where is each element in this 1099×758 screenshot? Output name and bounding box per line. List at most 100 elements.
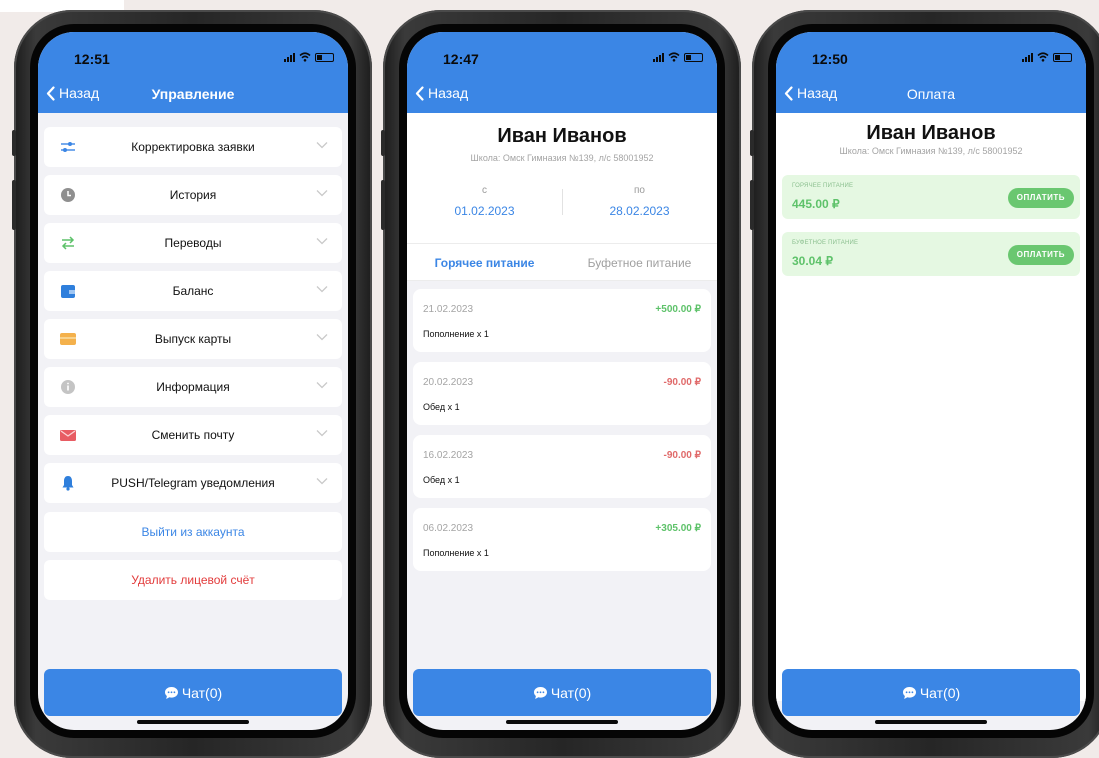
- screen: 12:47 Назад Иван Иванов Школа: Омск Гимн…: [407, 32, 717, 730]
- battery-icon: [315, 53, 334, 62]
- menu-item-correction[interactable]: Корректировка заявки: [44, 127, 342, 167]
- menu-item-label: Переводы: [164, 236, 222, 250]
- back-button[interactable]: Назад: [415, 85, 468, 101]
- chat-bubble-icon: [902, 686, 916, 699]
- chat-bubble-icon: [533, 686, 547, 699]
- chat-button[interactable]: Чат(0): [44, 669, 342, 716]
- payment-card-buffet: БУФЕТНОЕ ПИТАНИЕ 30.04 ₽ ОПЛАТИТЬ: [782, 232, 1080, 276]
- payment-card-label: БУФЕТНОЕ ПИТАНИЕ: [792, 240, 859, 246]
- page-title: Оплата: [906, 86, 956, 102]
- phone-payment: 12:50 Назад Оплата Иван Иванов Школа: Ом…: [750, 10, 1099, 758]
- menu-item-label: PUSH/Telegram уведомления: [111, 476, 275, 490]
- date-from-label: с: [482, 185, 487, 196]
- student-name: Иван Иванов: [866, 122, 996, 144]
- status-time: 12:51: [74, 51, 110, 67]
- transaction-row: 21.02.2023 +500.00 ₽ Пополнение x 1: [413, 289, 711, 352]
- side-button: [12, 180, 16, 230]
- menu-item-information[interactable]: Информация: [44, 367, 342, 407]
- chat-button[interactable]: Чат(0): [413, 669, 711, 716]
- transaction-amount: +500.00 ₽: [655, 304, 701, 315]
- page-title: Управление: [151, 86, 235, 102]
- status-icons: [1022, 52, 1072, 62]
- status-bar: 12:47: [407, 32, 717, 76]
- payment-card-amount: 445.00 ₽: [792, 197, 840, 211]
- menu-item-label: Баланс: [172, 284, 214, 298]
- nav-bar: Назад Оплата: [776, 76, 1086, 113]
- chevron-down-icon: [316, 286, 328, 293]
- menu-item-balance[interactable]: Баланс: [44, 271, 342, 311]
- menu-item-label: История: [169, 188, 217, 202]
- school-info: Школа: Омск Гимназия №139, л/с 58001952: [839, 146, 1023, 156]
- status-bar: 12:50: [776, 32, 1086, 76]
- menu-item-notifications[interactable]: PUSH/Telegram уведомления: [44, 463, 342, 503]
- date-to-value: 28.02.2023: [609, 204, 670, 218]
- home-indicator: [137, 720, 249, 724]
- transaction-date: 21.02.2023: [423, 304, 474, 315]
- chevron-down-icon: [316, 478, 328, 485]
- delete-account-button[interactable]: Удалить лицевой счёт: [44, 560, 342, 600]
- transaction-description: Пополнение x 1: [423, 548, 489, 558]
- menu-item-label: Выпуск карты: [154, 332, 232, 346]
- home-indicator: [506, 720, 618, 724]
- menu-item-history[interactable]: История: [44, 175, 342, 215]
- profile-header: Иван Иванов Школа: Омск Гимназия №139, л…: [407, 113, 717, 243]
- status-time: 12:50: [812, 51, 848, 67]
- school-info: Школа: Омск Гимназия №139, л/с 58001952: [470, 153, 654, 163]
- side-button: [12, 130, 16, 156]
- home-indicator: [875, 720, 987, 724]
- nav-bar: Назад: [407, 76, 717, 113]
- transaction-amount: +305.00 ₽: [655, 523, 701, 534]
- pay-button[interactable]: ОПЛАТИТЬ: [1007, 245, 1074, 265]
- wifi-icon: [668, 52, 680, 62]
- menu-item-label: Сменить почту: [151, 428, 235, 442]
- chat-bubble-icon: [164, 686, 178, 699]
- transaction-row: 16.02.2023 -90.00 ₽ Обед x 1: [413, 435, 711, 498]
- transaction-amount: -90.00 ₽: [663, 450, 702, 461]
- chevron-down-icon: [316, 142, 328, 149]
- meal-tabs: Горячее питание Буфетное питание: [407, 243, 717, 281]
- tab-hot-meals[interactable]: Горячее питание: [407, 256, 562, 270]
- phone-management: 12:51 Назад Управление Корректировка зая…: [12, 10, 372, 758]
- delete-account-label: Удалить лицевой счёт: [131, 573, 255, 587]
- menu-item-change-email[interactable]: Сменить почту: [44, 415, 342, 455]
- chevron-down-icon: [316, 334, 328, 341]
- student-name: Иван Иванов: [497, 125, 627, 147]
- transaction-description: Обед x 1: [423, 402, 460, 412]
- tab-buffet[interactable]: Буфетное питание: [562, 256, 717, 270]
- chat-label: Чат(0): [550, 684, 592, 701]
- screen: 12:51 Назад Управление Корректировка зая…: [38, 32, 348, 730]
- date-from-value: 01.02.2023: [454, 204, 515, 218]
- chat-button[interactable]: Чат(0): [782, 669, 1080, 716]
- logout-button[interactable]: Выйти из аккаунта: [44, 512, 342, 552]
- wifi-icon: [299, 52, 311, 62]
- phone-history: 12:47 Назад Иван Иванов Школа: Омск Гимн…: [381, 10, 741, 758]
- date-from[interactable]: с 01.02.2023: [407, 185, 562, 218]
- nav-bar: Назад Управление: [38, 76, 348, 113]
- chevron-down-icon: [316, 430, 328, 437]
- screen: 12:50 Назад Оплата Иван Иванов Школа: Ом…: [776, 32, 1086, 730]
- side-button: [750, 180, 754, 230]
- chevron-down-icon: [316, 382, 328, 389]
- transaction-date: 20.02.2023: [423, 377, 474, 388]
- chat-label: Чат(0): [181, 684, 223, 701]
- date-to-label: по: [634, 185, 645, 196]
- pay-button[interactable]: ОПЛАТИТЬ: [1007, 188, 1074, 208]
- transaction-row: 06.02.2023 +305.00 ₽ Пополнение x 1: [413, 508, 711, 571]
- chevron-down-icon: [316, 190, 328, 197]
- side-button: [381, 180, 385, 230]
- battery-icon: [684, 53, 703, 62]
- transaction-date: 16.02.2023: [423, 450, 474, 461]
- payment-card-amount: 30.04 ₽: [792, 254, 833, 268]
- transaction-row: 20.02.2023 -90.00 ₽ Обед x 1: [413, 362, 711, 425]
- chevron-down-icon: [316, 238, 328, 245]
- signal-icon: [1022, 52, 1033, 62]
- menu-item-card-issue[interactable]: Выпуск карты: [44, 319, 342, 359]
- signal-icon: [284, 52, 295, 62]
- status-icons: [284, 52, 334, 62]
- status-time: 12:47: [443, 51, 479, 67]
- menu-item-transfers[interactable]: Переводы: [44, 223, 342, 263]
- date-to[interactable]: по 28.02.2023: [562, 185, 717, 218]
- chevron-left-icon: [415, 85, 424, 101]
- chat-label: Чат(0): [919, 684, 961, 701]
- wifi-icon: [1037, 52, 1049, 62]
